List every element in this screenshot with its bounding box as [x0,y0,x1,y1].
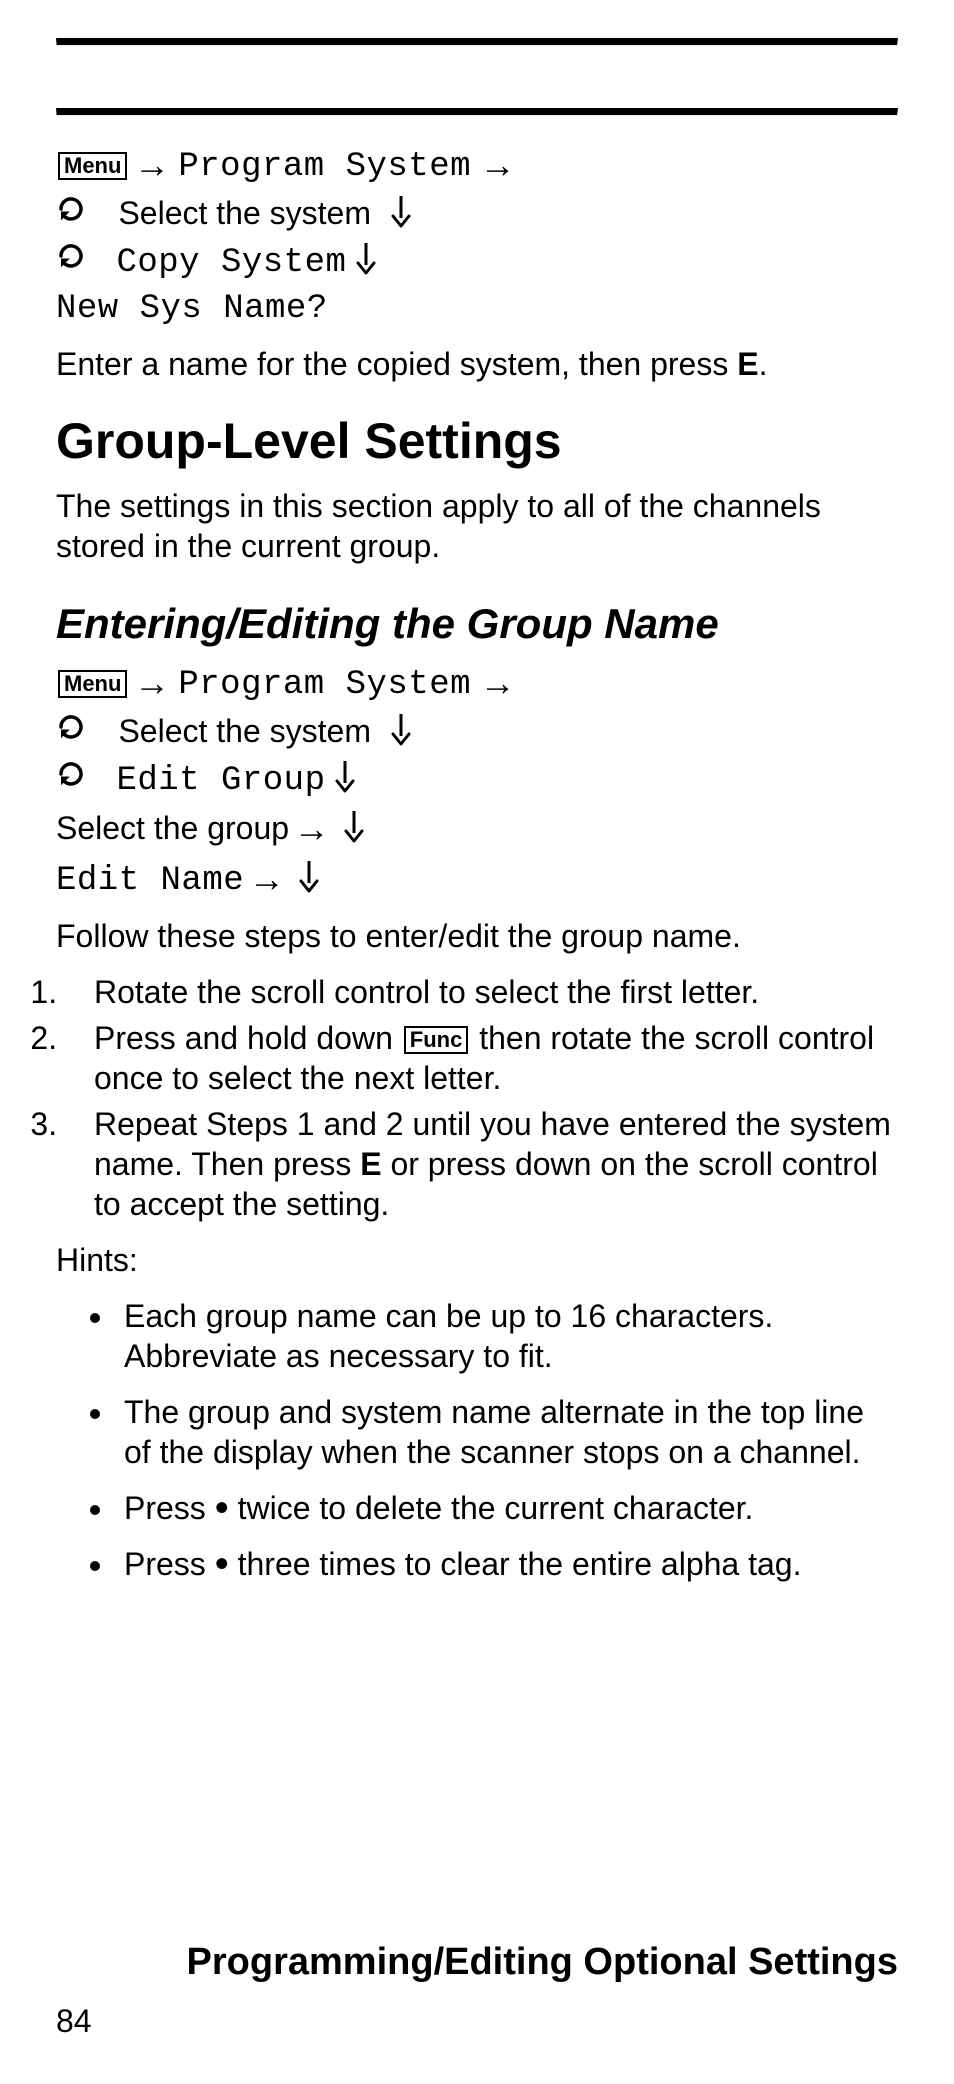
nav-line-select-system-2: Select the system [56,712,898,751]
nav-line-new-sys-name: New Sys Name? [56,290,898,328]
footer-title: Programming/Editing Optional Settings [56,1941,898,1984]
arrow-right-icon: → [479,144,515,185]
list-item: Press • twice to delete the current char… [116,1488,898,1528]
arrow-down-icon [334,759,356,798]
nav-text: Edit Name [56,862,244,900]
rotate-icon [56,712,86,750]
text: . [759,346,768,382]
key-letter: E [737,346,758,382]
nav-line-copy-system: Copy System [56,241,898,282]
text: Press [124,1490,215,1526]
nav-line-menu-program-system-1: Menu → Program System → [56,144,898,186]
body-paragraph: Follow these steps to enter/edit the gro… [56,916,898,956]
list-item: Each group name can be up to 16 characte… [116,1296,898,1376]
nav-text: Select the system [118,195,371,231]
nav-text: Program System [178,666,471,704]
key-letter: E [360,1146,381,1182]
nav-text: Copy System [116,244,346,282]
nav-text: Program System [178,148,471,186]
func-key-icon: Func [404,1026,469,1054]
rotate-icon [56,241,86,279]
nav-line-select-group: Select the group → [56,808,898,850]
page-content: Menu → Program System → Select the syste… [56,144,898,1584]
nav-line-edit-group: Edit Group [56,759,898,800]
rule-bottom [56,108,898,116]
arrow-down-icon [298,859,320,898]
nav-text: Select the group [56,810,289,846]
menu-key-icon: Menu [58,152,127,180]
arrow-down-icon [390,194,412,233]
arrow-down-icon [355,241,377,280]
page-number: 84 [56,2003,92,2040]
nav-line-menu-program-system-2: Menu → Program System → [56,662,898,704]
text: Press [124,1546,215,1582]
list-item: Press • three times to clear the entire … [116,1544,898,1584]
nav-text: Edit Group [116,762,325,800]
arrow-right-icon: → [134,144,170,185]
hints-label: Hints: [56,1240,898,1280]
text: Enter a name for the copied system, then… [56,346,737,382]
dot-icon: • [215,1542,229,1586]
steps-list: Rotate the scroll control to select the … [56,972,898,1224]
nav-line-edit-name: Edit Name → [56,858,898,900]
rule-top [56,38,898,46]
rotate-icon [56,759,86,797]
body-paragraph: Enter a name for the copied system, then… [56,344,898,384]
arrow-right-icon: → [479,662,515,703]
hints-list: Each group name can be up to 16 characte… [56,1296,898,1584]
list-item: Press and hold down Func then rotate the… [66,1018,898,1098]
arrow-right-icon: → [249,858,285,899]
arrow-right-icon: → [294,808,330,849]
rotate-icon [56,194,86,232]
list-item: The group and system name alternate in t… [116,1392,898,1472]
dot-icon: • [215,1486,229,1530]
nav-text: Select the system [118,713,371,749]
nav-line-select-system-1: Select the system [56,194,898,233]
body-paragraph: The settings in this section apply to al… [56,486,898,566]
arrow-down-icon [343,809,365,848]
text: Press and hold down [94,1020,402,1056]
list-item: Rotate the scroll control to select the … [66,972,898,1012]
list-item: Repeat Steps 1 and 2 until you have ente… [66,1104,898,1224]
heading-group-level-settings: Group-Level Settings [56,412,898,470]
document-page: Menu → Program System → Select the syste… [0,0,954,2084]
text: twice to delete the current character. [229,1490,754,1526]
text: three times to clear the entire alpha ta… [229,1546,802,1582]
heading-entering-editing-group-name: Entering/Editing the Group Name [56,600,898,648]
arrow-down-icon [390,712,412,751]
menu-key-icon: Menu [58,670,127,698]
nav-text: New Sys Name? [56,290,328,328]
arrow-right-icon: → [134,662,170,703]
